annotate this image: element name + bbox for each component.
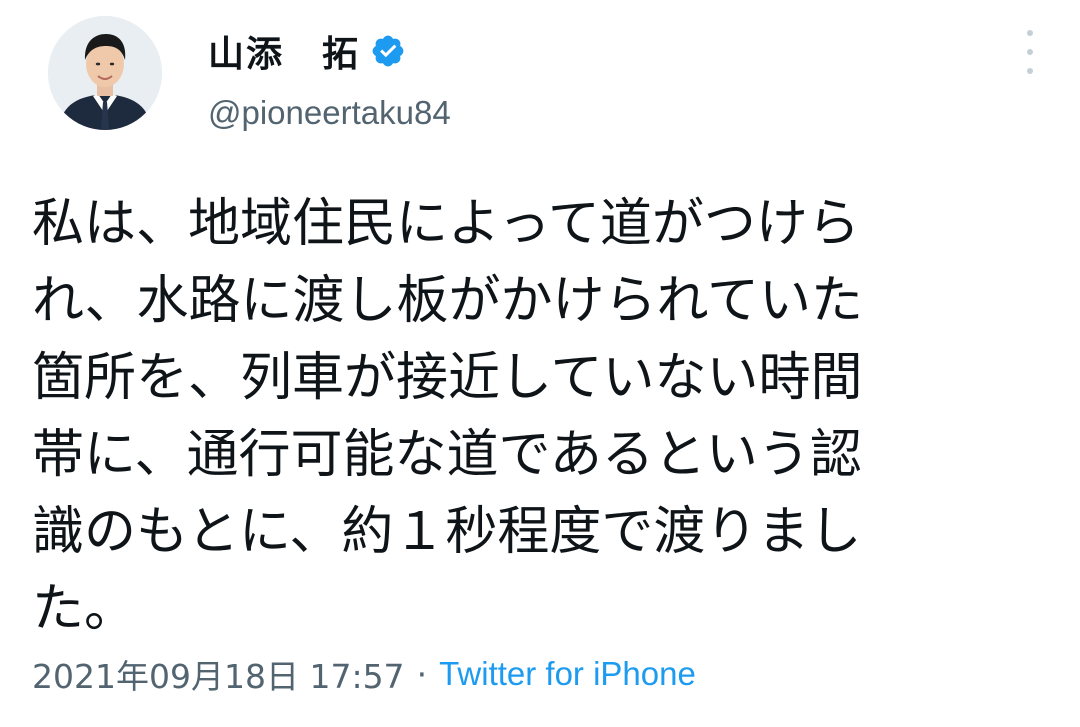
- tweet-text-line: 箇所を、列車が接近していない時間: [32, 348, 863, 408]
- more-dot: [1027, 68, 1033, 74]
- tweet-text: 私は、地域住民によって道がつけら れ、水路に渡し板がかけられていた 箇所を、列車…: [32, 186, 1042, 648]
- display-name[interactable]: 山添 拓: [208, 25, 360, 77]
- tweet-text-line: れ、水路に渡し板がかけられていた: [32, 271, 863, 331]
- avatar[interactable]: [48, 16, 162, 130]
- tweet-text-line: た。: [32, 579, 137, 639]
- meta-separator: ·: [416, 654, 428, 694]
- verified-badge-icon: [370, 33, 406, 69]
- more-dot: [1027, 49, 1033, 55]
- avatar-photo-icon: [48, 16, 162, 130]
- tweet-card: 山添 拓 @pioneertaku84 私は、地域住民によって道がつけら れ、水…: [0, 0, 1080, 727]
- author-name-row: 山添 拓: [208, 26, 406, 76]
- user-handle[interactable]: @pioneertaku84: [208, 94, 451, 132]
- tweet-text-line: 識のもとに、約１秒程度で渡りまし: [32, 502, 862, 562]
- tweet-text-line: 帯に、通行可能な道であるという認: [32, 425, 862, 485]
- tweet-text-line: 私は、地域住民によって道がつけら: [32, 194, 860, 254]
- tweet-timestamp[interactable]: 2021年09月18日 17:57: [32, 650, 405, 698]
- more-dot: [1027, 30, 1033, 36]
- more-options-icon[interactable]: [1012, 30, 1048, 74]
- tweet-meta: 2021年09月18日 17:57 · Twitter for iPhone: [32, 650, 696, 698]
- tweet-source-link[interactable]: Twitter for iPhone: [439, 655, 696, 693]
